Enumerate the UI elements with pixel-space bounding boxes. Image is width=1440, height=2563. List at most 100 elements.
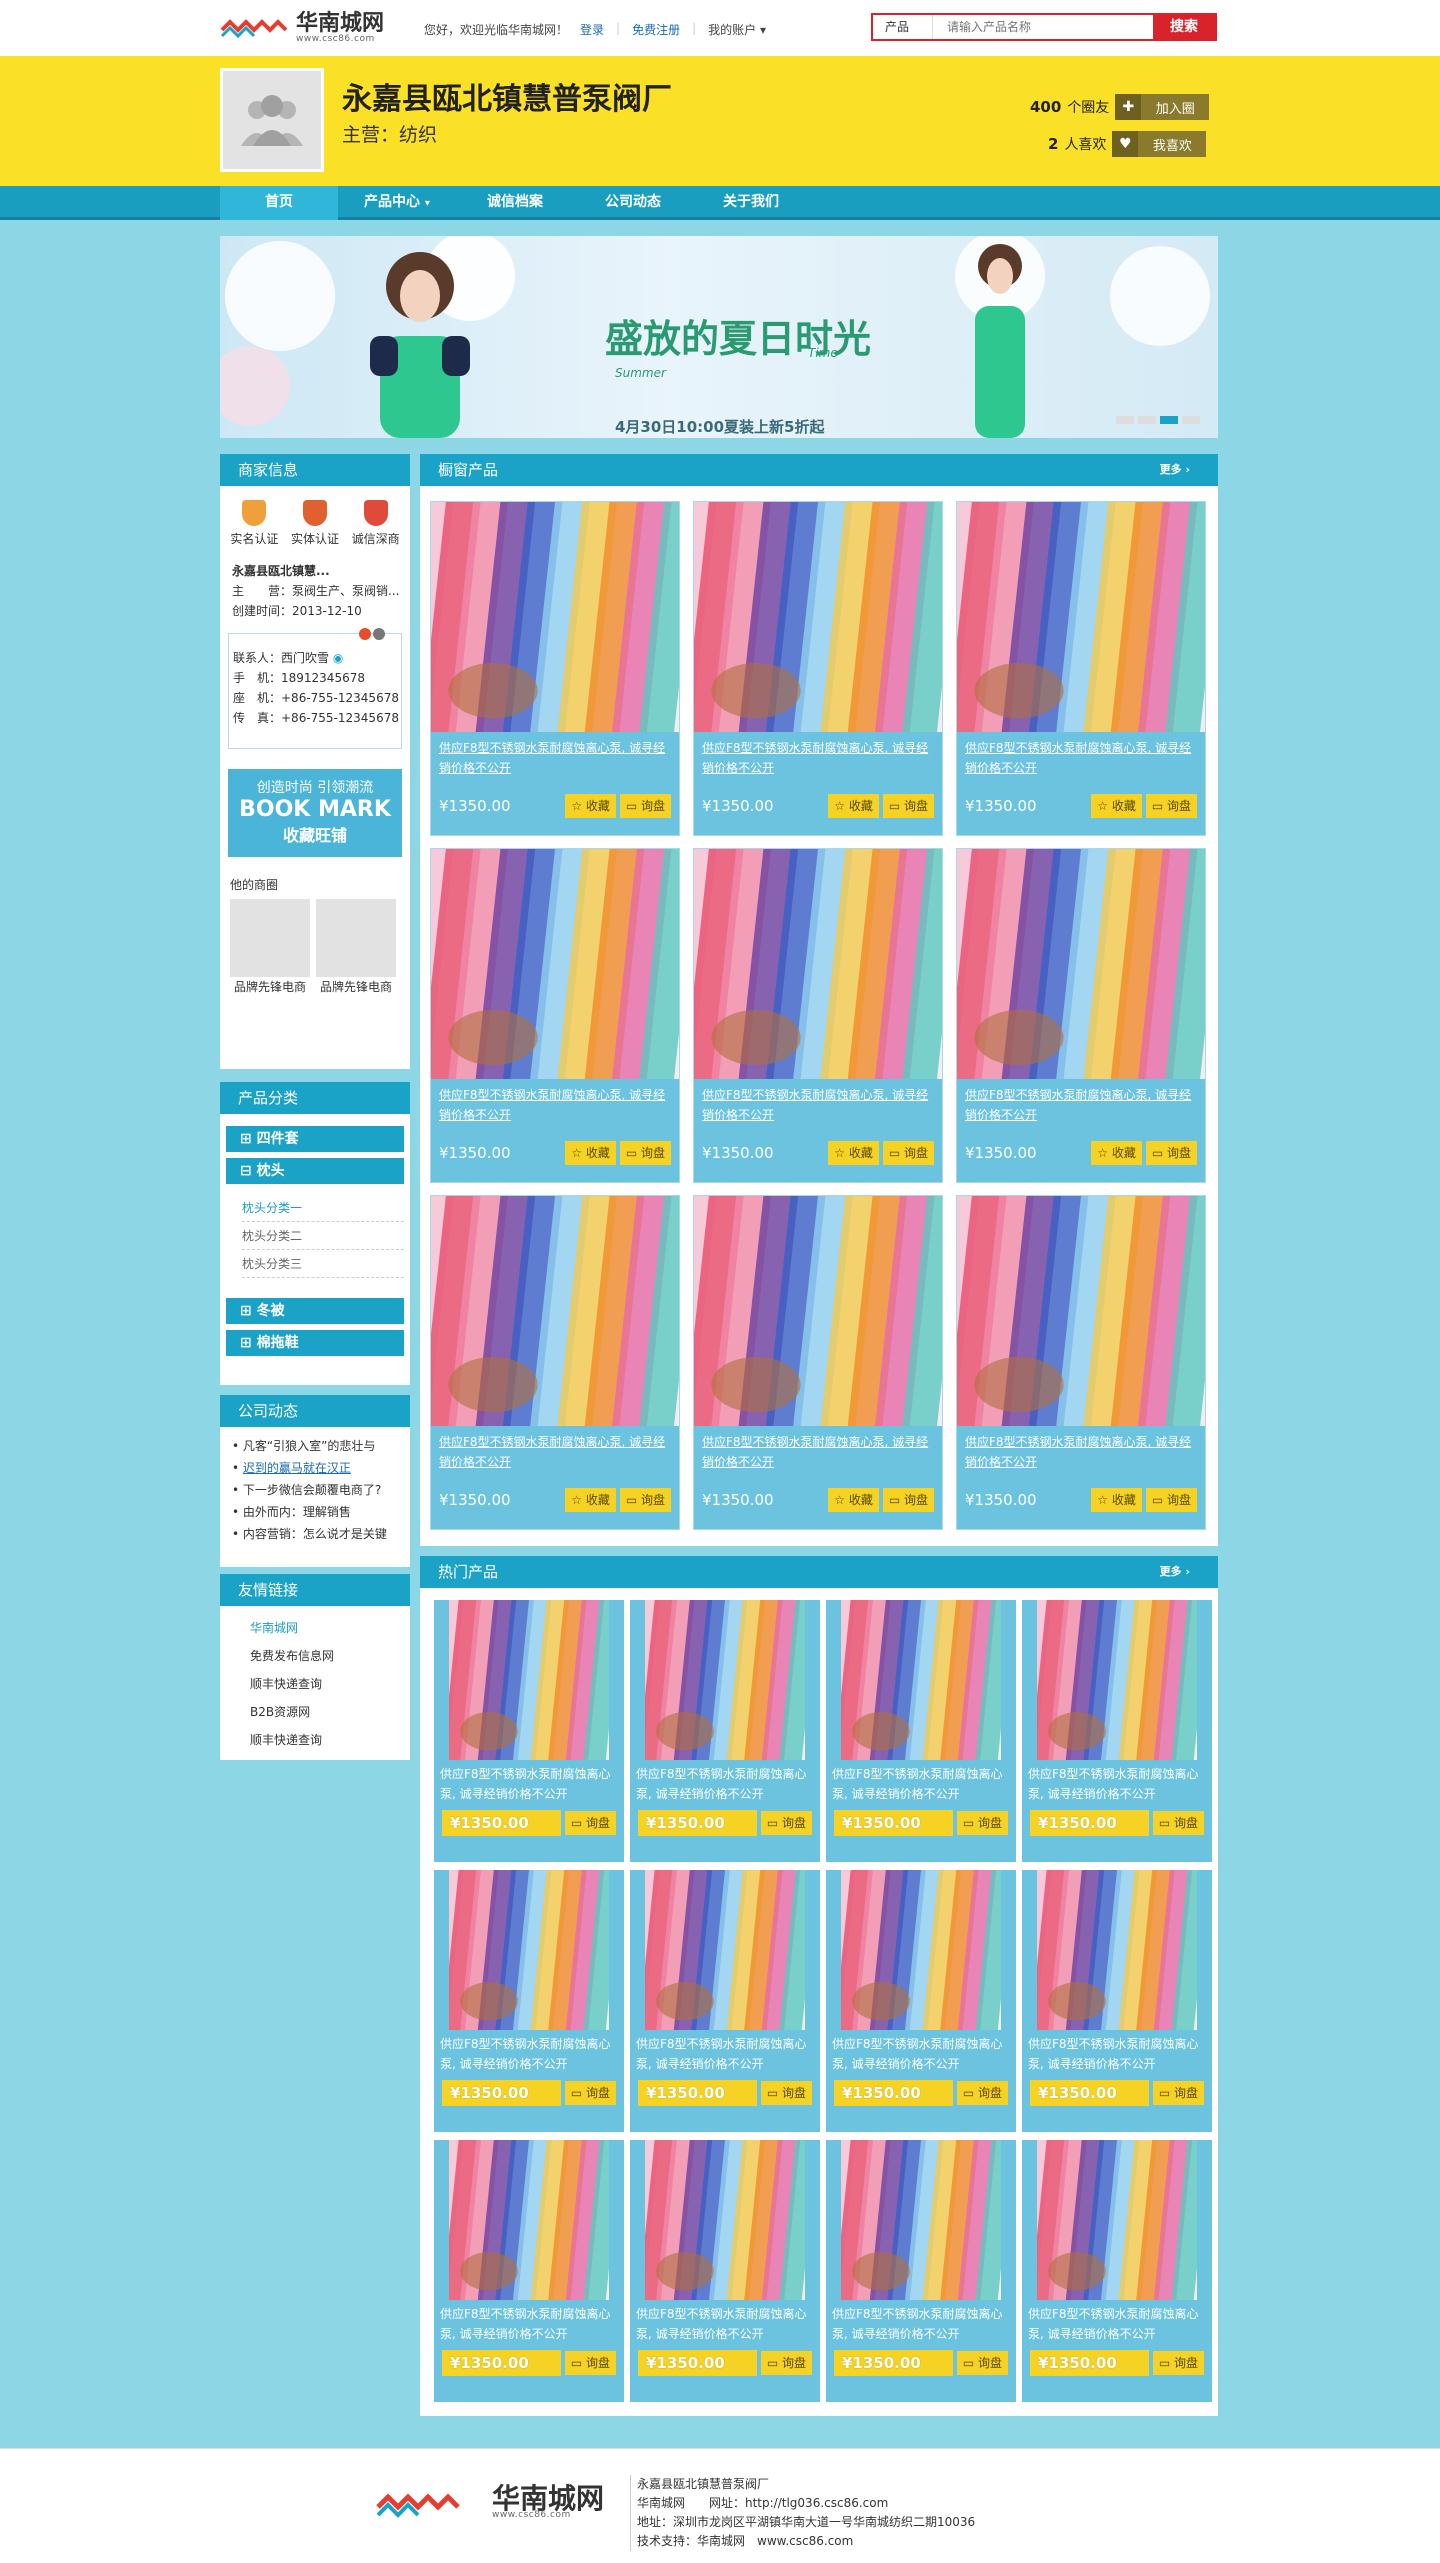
favorite-button[interactable]: ☆ 收藏 [565, 1488, 616, 1512]
inquiry-button[interactable]: ▭ 询盘 [760, 1811, 812, 1835]
product-image[interactable] [449, 2140, 609, 2300]
product-image[interactable] [431, 1196, 679, 1426]
inquiry-button[interactable]: ▭ 询盘 [1145, 1141, 1197, 1165]
showcase-product-card[interactable]: 供应F8型不锈钢水泵耐腐蚀离心泵, 诚寻经销价格不公开 ¥1350.00 ☆ 收藏 ▭… [956, 501, 1206, 836]
inquiry-button[interactable]: ▭ 询盘 [619, 794, 671, 818]
product-image[interactable] [449, 1600, 609, 1760]
friend-link[interactable]: 顺丰快递查询 [250, 1726, 410, 1754]
badge-entity[interactable]: 实体认证 [291, 500, 339, 547]
hot-product-card[interactable]: 供应F8型不锈钢水泵耐腐蚀离心泵, 诚寻经销价格不公开 ¥1350.00 ▭ 询盘 [826, 1870, 1016, 2132]
hot-product-card[interactable]: 供应F8型不锈钢水泵耐腐蚀离心泵, 诚寻经销价格不公开 ¥1350.00 ▭ 询盘 [826, 2140, 1016, 2402]
subcategory-item[interactable]: 枕头分类二 [242, 1222, 404, 1250]
product-desc[interactable]: 供应F8型不锈钢水泵耐腐蚀离心泵, 诚寻经销价格不公开 [694, 1079, 942, 1133]
product-image[interactable] [694, 502, 942, 732]
nav-news[interactable]: 公司动态 [574, 186, 692, 220]
product-image[interactable] [841, 1600, 1001, 1760]
favorite-button[interactable]: ☆ 收藏 [1091, 794, 1142, 818]
showcase-product-card[interactable]: 供应F8型不锈钢水泵耐腐蚀离心泵, 诚寻经销价格不公开 ¥1350.00 ☆ 收藏 ▭… [693, 848, 943, 1183]
friend-link[interactable]: 顺丰快递查询 [250, 1670, 410, 1698]
product-image[interactable] [841, 2140, 1001, 2300]
product-image[interactable] [957, 1196, 1205, 1426]
slide-dot[interactable] [1116, 416, 1134, 424]
hot-product-card[interactable]: 供应F8型不锈钢水泵耐腐蚀离心泵, 诚寻经销价格不公开 ¥1350.00 ▭ 询盘 [1022, 1870, 1212, 2132]
inquiry-button[interactable]: ▭ 询盘 [956, 1811, 1008, 1835]
circle-item[interactable]: 品牌先锋电商 [316, 899, 396, 997]
chat-icon[interactable]: ◉ [333, 651, 343, 665]
product-desc[interactable]: 供应F8型不锈钢水泵耐腐蚀离心泵, 诚寻经销价格不公开 [434, 2030, 624, 2078]
favorite-button[interactable]: ☆ 收藏 [565, 794, 616, 818]
search-type-select[interactable]: 产品 [873, 15, 933, 39]
product-image[interactable] [431, 502, 679, 732]
news-item[interactable]: • 下一步微信会颠覆电商了? [232, 1479, 402, 1501]
favorite-button[interactable]: ☆ 收藏 [1091, 1141, 1142, 1165]
hot-product-card[interactable]: 供应F8型不锈钢水泵耐腐蚀离心泵, 诚寻经销价格不公开 ¥1350.00 ▭ 询盘 [1022, 2140, 1212, 2402]
hot-product-card[interactable]: 供应F8型不锈钢水泵耐腐蚀离心泵, 诚寻经销价格不公开 ¥1350.00 ▭ 询盘 [826, 1600, 1016, 1862]
inquiry-button[interactable]: ▭ 询盘 [956, 2081, 1008, 2105]
product-image[interactable] [431, 849, 679, 1079]
favorite-button[interactable]: ☆ 收藏 [1091, 1488, 1142, 1512]
category-item[interactable]: ⊞ 棉拖鞋 [226, 1330, 404, 1356]
product-image[interactable] [645, 1600, 805, 1760]
inquiry-button[interactable]: ▭ 询盘 [1152, 2081, 1204, 2105]
category-item[interactable]: ⊞ 四件套 [226, 1126, 404, 1152]
inquiry-button[interactable]: ▭ 询盘 [564, 2351, 616, 2375]
like-button[interactable]: ♥ 我喜欢 [1112, 131, 1207, 157]
subcategory-item[interactable]: 枕头分类一 [242, 1194, 404, 1222]
product-desc[interactable]: 供应F8型不锈钢水泵耐腐蚀离心泵, 诚寻经销价格不公开 [630, 2300, 820, 2348]
inquiry-button[interactable]: ▭ 询盘 [760, 2351, 812, 2375]
hot-product-card[interactable]: 供应F8型不锈钢水泵耐腐蚀离心泵, 诚寻经销价格不公开 ¥1350.00 ▭ 询盘 [1022, 1600, 1212, 1862]
product-image[interactable] [694, 1196, 942, 1426]
product-desc[interactable]: 供应F8型不锈钢水泵耐腐蚀离心泵, 诚寻经销价格不公开 [434, 2300, 624, 2348]
showcase-more-link[interactable]: 更多 › [1160, 454, 1190, 486]
showcase-product-card[interactable]: 供应F8型不锈钢水泵耐腐蚀离心泵, 诚寻经销价格不公开 ¥1350.00 ☆ 收藏 ▭… [956, 1195, 1206, 1530]
showcase-product-card[interactable]: 供应F8型不锈钢水泵耐腐蚀离心泵, 诚寻经销价格不公开 ¥1350.00 ☆ 收藏 ▭… [693, 1195, 943, 1530]
login-link[interactable]: 登录 [580, 21, 604, 38]
product-desc[interactable]: 供应F8型不锈钢水泵耐腐蚀离心泵, 诚寻经销价格不公开 [1022, 1760, 1212, 1808]
product-image[interactable] [645, 1870, 805, 2030]
inquiry-button[interactable]: ▭ 询盘 [882, 1141, 934, 1165]
product-desc[interactable]: 供应F8型不锈钢水泵耐腐蚀离心泵, 诚寻经销价格不公开 [630, 1760, 820, 1808]
product-desc[interactable]: 供应F8型不锈钢水泵耐腐蚀离心泵, 诚寻经销价格不公开 [826, 2030, 1016, 2078]
favorite-button[interactable]: ☆ 收藏 [828, 1141, 879, 1165]
nav-about[interactable]: 关于我们 [692, 186, 810, 220]
product-desc[interactable]: 供应F8型不锈钢水泵耐腐蚀离心泵, 诚寻经销价格不公开 [694, 732, 942, 786]
product-desc[interactable]: 供应F8型不锈钢水泵耐腐蚀离心泵, 诚寻经销价格不公开 [826, 1760, 1016, 1808]
account-menu[interactable]: 我的账户 ▾ [708, 21, 766, 38]
product-image[interactable] [957, 849, 1205, 1079]
showcase-product-card[interactable]: 供应F8型不锈钢水泵耐腐蚀离心泵, 诚寻经销价格不公开 ¥1350.00 ☆ 收藏 ▭… [430, 848, 680, 1183]
product-desc[interactable]: 供应F8型不锈钢水泵耐腐蚀离心泵, 诚寻经销价格不公开 [434, 1760, 624, 1808]
inquiry-button[interactable]: ▭ 询盘 [956, 2351, 1008, 2375]
inquiry-button[interactable]: ▭ 询盘 [619, 1488, 671, 1512]
promo-banner[interactable]: 盛放的夏日时光 Summer Time 4月30日10:00夏装上新5折起 [220, 236, 1218, 438]
footer-logo[interactable]: 华南城网 www.csc86.com [376, 2485, 604, 2520]
search-input[interactable] [933, 15, 1153, 39]
category-item[interactable]: ⊞ 冬被 [226, 1298, 404, 1324]
news-item[interactable]: • 迟到的赢马就在汉正 [232, 1457, 402, 1479]
showcase-product-card[interactable]: 供应F8型不锈钢水泵耐腐蚀离心泵, 诚寻经销价格不公开 ¥1350.00 ☆ 收藏 ▭… [430, 1195, 680, 1530]
product-desc[interactable]: 供应F8型不锈钢水泵耐腐蚀离心泵, 诚寻经销价格不公开 [1022, 2030, 1212, 2078]
nav-home[interactable]: 首页 [220, 186, 338, 220]
product-desc[interactable]: 供应F8型不锈钢水泵耐腐蚀离心泵, 诚寻经销价格不公开 [431, 732, 679, 786]
slide-dot[interactable] [1182, 416, 1200, 424]
inquiry-button[interactable]: ▭ 询盘 [564, 2081, 616, 2105]
inquiry-button[interactable]: ▭ 询盘 [619, 1141, 671, 1165]
hot-more-link[interactable]: 更多 › [1160, 1556, 1190, 1588]
showcase-product-card[interactable]: 供应F8型不锈钢水泵耐腐蚀离心泵, 诚寻经销价格不公开 ¥1350.00 ☆ 收藏 ▭… [693, 501, 943, 836]
inquiry-button[interactable]: ▭ 询盘 [1145, 794, 1197, 818]
product-desc[interactable]: 供应F8型不锈钢水泵耐腐蚀离心泵, 诚寻经销价格不公开 [630, 2030, 820, 2078]
inquiry-button[interactable]: ▭ 询盘 [1152, 1811, 1204, 1835]
news-item[interactable]: • 凡客“引狼入室”的悲壮与 [232, 1435, 402, 1457]
hot-product-card[interactable]: 供应F8型不锈钢水泵耐腐蚀离心泵, 诚寻经销价格不公开 ¥1350.00 ▭ 询盘 [630, 2140, 820, 2402]
badge-integrity[interactable]: 诚信深商 [352, 500, 400, 547]
badge-realname[interactable]: 实名认证 [230, 500, 278, 547]
slide-dot-active[interactable] [1160, 416, 1178, 424]
product-desc[interactable]: 供应F8型不锈钢水泵耐腐蚀离心泵, 诚寻经销价格不公开 [694, 1426, 942, 1480]
favorite-button[interactable]: ☆ 收藏 [828, 794, 879, 818]
register-link[interactable]: 免费注册 [632, 21, 680, 38]
category-item[interactable]: ⊟ 枕头 [226, 1158, 404, 1184]
inquiry-button[interactable]: ▭ 询盘 [1152, 2351, 1204, 2375]
product-desc[interactable]: 供应F8型不锈钢水泵耐腐蚀离心泵, 诚寻经销价格不公开 [431, 1079, 679, 1133]
product-image[interactable] [1037, 1870, 1197, 2030]
friend-link[interactable]: B2B资源网 [250, 1698, 410, 1726]
friend-link[interactable]: 华南城网 [250, 1614, 410, 1642]
